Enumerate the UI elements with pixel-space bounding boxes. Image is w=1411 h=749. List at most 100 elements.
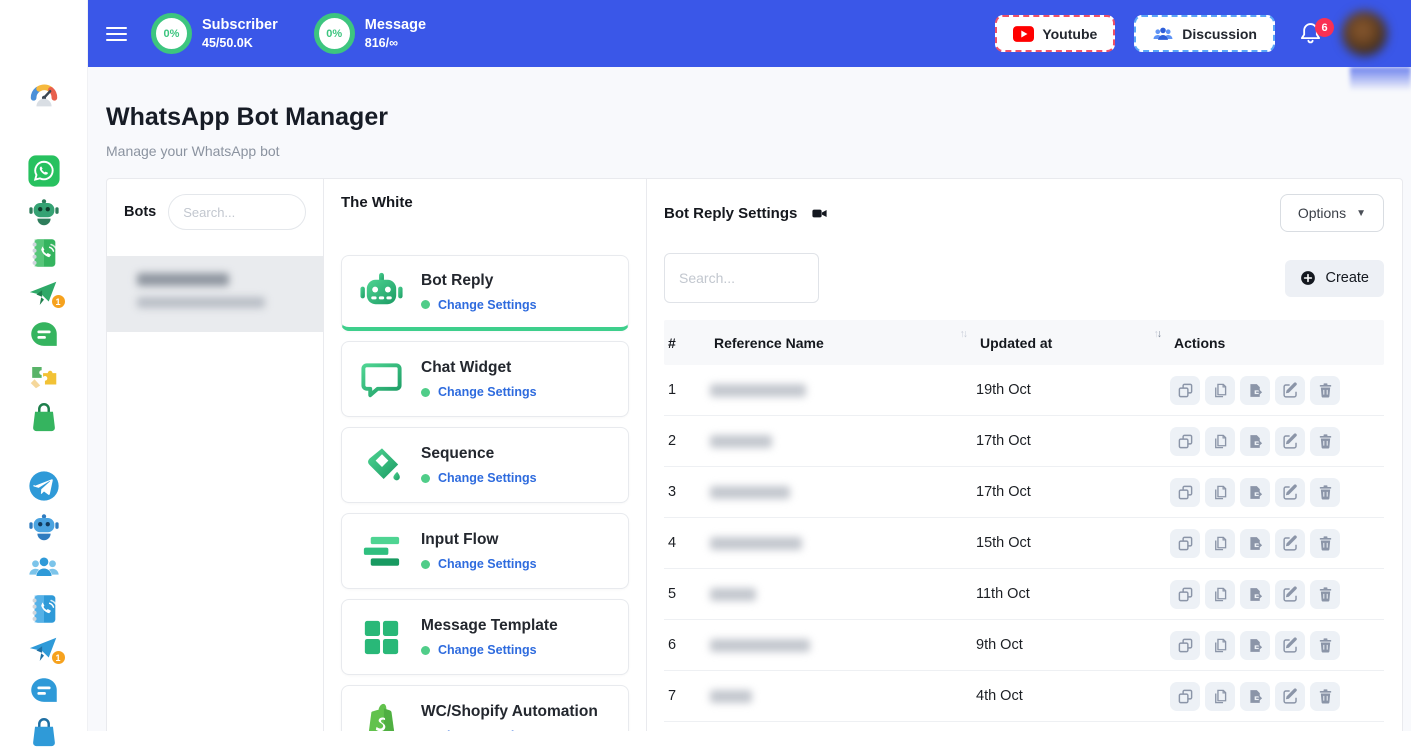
create-button[interactable]: Create (1285, 260, 1384, 297)
sort-icon-updated-at[interactable]: ↑↓ (1154, 328, 1161, 340)
plus-circle-icon (1300, 270, 1316, 286)
edit-action-button[interactable] (1275, 376, 1305, 405)
sidebar-item-whatsapp-contacts[interactable] (27, 236, 61, 270)
edit-action-button[interactable] (1275, 478, 1305, 507)
copy-action-button[interactable] (1205, 682, 1235, 711)
discussion-button[interactable]: Discussion (1134, 15, 1275, 52)
column-header-index: # (668, 335, 714, 351)
export-action-button[interactable] (1240, 682, 1270, 711)
reference-name-cell (710, 639, 976, 652)
clone-action-button[interactable] (1170, 682, 1200, 711)
clone-action-button[interactable] (1170, 580, 1200, 609)
edit-action-button[interactable] (1275, 580, 1305, 609)
clone-action-button[interactable] (1170, 529, 1200, 558)
table-row: 69th Oct (664, 620, 1384, 671)
settings-card-shopify[interactable]: WC/Shopify AutomationChange Settings (341, 685, 629, 731)
sidebar-item-whatsapp-bot[interactable] (27, 195, 61, 229)
clone-action-button[interactable] (1170, 427, 1200, 456)
settings-card-sequence[interactable]: Sequence Change Settings (341, 427, 629, 503)
bot-list-item-selected[interactable] (107, 256, 323, 332)
delete-action-button[interactable] (1310, 376, 1340, 405)
youtube-button[interactable]: Youtube (995, 15, 1115, 52)
change-settings-link[interactable]: Change Settings (438, 557, 537, 571)
video-tutorial-icon[interactable] (810, 205, 829, 222)
sidebar-item-whatsapp[interactable] (27, 154, 61, 188)
page-title: WhatsApp Bot Manager (106, 103, 1411, 132)
clone-icon (1177, 382, 1194, 399)
copy-action-button[interactable] (1205, 529, 1235, 558)
clone-action-button[interactable] (1170, 631, 1200, 660)
delete-action-button[interactable] (1310, 529, 1340, 558)
delete-icon (1317, 433, 1334, 450)
copy-action-button[interactable] (1205, 427, 1235, 456)
export-icon (1247, 535, 1264, 552)
export-action-button[interactable] (1240, 478, 1270, 507)
reference-name-cell (710, 690, 976, 703)
clone-action-button[interactable] (1170, 376, 1200, 405)
clone-icon (1177, 535, 1194, 552)
export-action-button[interactable] (1240, 631, 1270, 660)
clone-action-button[interactable] (1170, 478, 1200, 507)
settings-card-message-template[interactable]: Message TemplateChange Settings (341, 599, 629, 675)
export-action-button[interactable] (1240, 427, 1270, 456)
reply-panel-title: Bot Reply Settings (664, 205, 797, 222)
reference-name-redacted (710, 384, 806, 397)
copy-icon (1212, 688, 1229, 705)
top-navbar: 0%Subscriber45/50.0K0%Message816/∞ Youtu… (88, 0, 1411, 67)
export-icon (1247, 688, 1264, 705)
settings-card-input-flow[interactable]: Input FlowChange Settings (341, 513, 629, 589)
settings-card-title: Sequence (421, 445, 537, 463)
copy-action-button[interactable] (1205, 631, 1235, 660)
reply-search-input[interactable] (664, 253, 819, 303)
hamburger-menu-icon[interactable] (106, 27, 127, 41)
whatsapp-store-icon (27, 400, 61, 434)
delete-action-button[interactable] (1310, 580, 1340, 609)
column-header-actions: Actions (1174, 335, 1384, 351)
bot-name-redacted (137, 273, 229, 286)
sidebar-item-whatsapp-broadcast[interactable]: 1 (27, 277, 61, 311)
delete-action-button[interactable] (1310, 631, 1340, 660)
settings-card-bot-reply[interactable]: Bot ReplyChange Settings (341, 255, 629, 331)
change-settings-link[interactable]: Change Settings (438, 643, 537, 657)
delete-icon (1317, 637, 1334, 654)
change-settings-link[interactable]: Change Settings (438, 298, 537, 312)
export-action-button[interactable] (1240, 376, 1270, 405)
sidebar-item-whatsapp-store[interactable] (27, 400, 61, 434)
settings-card-chat-widget[interactable]: Chat WidgetChange Settings (341, 341, 629, 417)
sort-icon-reference-name[interactable]: ↑↓ (960, 328, 967, 340)
copy-action-button[interactable] (1205, 580, 1235, 609)
delete-action-button[interactable] (1310, 682, 1340, 711)
sidebar-item-telegram-group[interactable] (27, 551, 61, 585)
copy-action-button[interactable] (1205, 478, 1235, 507)
change-settings-link[interactable]: Change Settings (438, 471, 537, 485)
sidebar-item-dashboard-gauge[interactable] (27, 78, 61, 112)
unread-count-badge: 1 (51, 294, 66, 309)
delete-action-button[interactable] (1310, 427, 1340, 456)
sidebar-item-telegram-store[interactable] (27, 715, 61, 749)
copy-action-button[interactable] (1205, 376, 1235, 405)
telegram-store-icon (27, 715, 61, 749)
export-action-button[interactable] (1240, 529, 1270, 558)
sidebar-item-telegram-bot[interactable] (27, 510, 61, 544)
options-button[interactable]: Options ▼ (1280, 194, 1384, 232)
bots-search-input[interactable] (168, 194, 306, 230)
edit-action-button[interactable] (1275, 682, 1305, 711)
delete-action-button[interactable] (1310, 478, 1340, 507)
sidebar-item-whatsapp-integration[interactable] (27, 359, 61, 393)
sidebar-item-telegram-chat[interactable] (27, 674, 61, 708)
change-settings-link[interactable]: Change Settings (438, 385, 537, 399)
edit-action-button[interactable] (1275, 427, 1305, 456)
user-avatar[interactable] (1342, 11, 1387, 56)
sidebar-item-whatsapp-chat[interactable] (27, 318, 61, 352)
edit-action-button[interactable] (1275, 631, 1305, 660)
sidebar-item-telegram-broadcast[interactable]: 1 (27, 633, 61, 667)
export-action-button[interactable] (1240, 580, 1270, 609)
sidebar-item-telegram-contacts[interactable] (27, 592, 61, 626)
notification-bell[interactable]: 6 (1298, 21, 1323, 46)
sidebar-item-telegram[interactable] (27, 469, 61, 503)
delete-icon (1317, 382, 1334, 399)
notification-count-badge: 6 (1315, 18, 1334, 37)
row-actions (1170, 376, 1384, 405)
edit-action-button[interactable] (1275, 529, 1305, 558)
export-icon (1247, 433, 1264, 450)
